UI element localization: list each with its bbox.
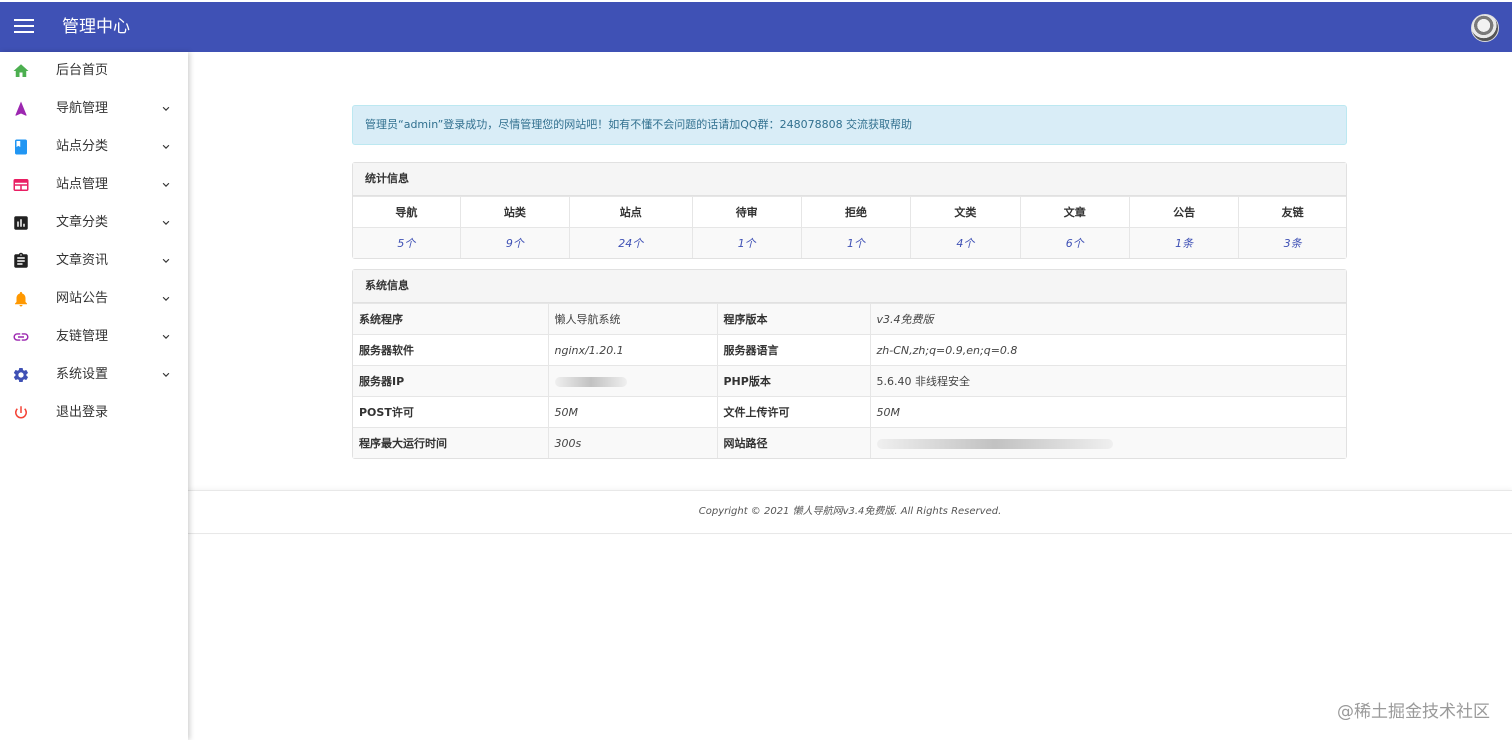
stats-value: 1个 [691,227,802,258]
stats-header: 文类 [910,196,1021,228]
stats-header: 待审 [691,196,802,228]
hamburger-menu-icon[interactable] [14,19,34,35]
bell-icon [15,291,27,307]
stats-panel-title: 统计信息 [353,163,1346,196]
sidebar-item-label: 文章资讯 [56,253,109,268]
info-value: zh-CN,zh;q=0.9,en;q=0.8 [869,334,1346,366]
table-row: 服务器IP PHP版本 5.6.40 非线程安全 [353,365,1346,397]
sidebar-item-label: 文章分类 [56,215,109,230]
system-info-title: 系统信息 [353,270,1346,303]
main-content: 管理员“admin”登录成功，尽情管理您的网站吧！如有不懂不会问题的话请加QQ群… [188,52,1512,740]
page-footer: Copyright © 2021 懒人导航网v3.4免费版. All Right… [188,490,1512,534]
chevron-down-icon[interactable] [159,102,173,116]
welcome-alert: 管理员“admin”登录成功，尽情管理您的网站吧！如有不懂不会问题的话请加QQ群… [352,105,1347,145]
info-value-redacted [547,365,718,397]
info-value-redacted [869,427,1346,458]
sidebar-item-article-news[interactable]: 文章资讯 [0,242,188,280]
info-value: 5.6.40 非线程安全 [869,365,1346,397]
watermark: @稀土掘金技术社区 [1337,702,1490,722]
stats-header: 站点 [569,196,693,228]
sidebar-item-site-category[interactable]: 站点分类 [0,128,188,166]
chart-icon [14,216,28,230]
sidebar-item-dashboard[interactable]: 后台首页 [0,52,188,90]
stats-value: 6个 [1019,227,1130,258]
info-key: 网站路径 [716,427,871,458]
chevron-down-icon[interactable] [159,292,173,306]
clipboard-icon [14,252,28,268]
top-app-bar: 管理中心 [0,2,1512,52]
stats-table: 导航 站类 站点 待审 拒绝 文类 文章 公告 友链 5个 9个 24个 1个 … [353,196,1346,258]
info-key: PHP版本 [716,365,871,397]
info-key: 系统程序 [353,303,549,335]
info-value: 懒人导航系统 [547,303,718,335]
info-value: nginx/1.20.1 [547,334,718,366]
sidebar-item-label: 网站公告 [56,291,109,306]
user-avatar[interactable] [1471,14,1499,42]
chevron-down-icon[interactable] [159,368,173,382]
stats-header: 文章 [1019,196,1130,228]
app-title: 管理中心 [62,17,130,37]
navigation-icon [15,101,27,116]
sidebar-item-system-settings[interactable]: 系统设置 [0,356,188,394]
home-icon [13,64,29,77]
system-info-table: 系统程序 懒人导航系统 程序版本 v3.4免费版 服务器软件 nginx/1.2… [353,303,1346,458]
gear-icon [13,367,28,383]
link-icon [13,333,29,341]
info-value: 50M [869,396,1346,428]
sidebar-item-label: 系统设置 [56,367,109,382]
info-value: 300s [547,427,718,458]
stats-value: 4个 [910,227,1021,258]
table-row: 程序最大运行时间 300s 网站路径 [353,427,1346,458]
sidebar-item-label: 友链管理 [56,329,109,344]
sidebar-item-article-category[interactable]: 文章分类 [0,204,188,242]
table-row: 系统程序 懒人导航系统 程序版本 v3.4免费版 [353,303,1346,335]
book-icon [15,139,27,155]
sidebar-item-label: 站点管理 [56,177,109,192]
sidebar-item-logout[interactable]: 退出登录 [0,394,188,432]
chevron-down-icon[interactable] [159,330,173,344]
chevron-down-icon[interactable] [159,140,173,154]
sidebar-item-label: 退出登录 [56,405,109,420]
power-icon [15,406,27,419]
stats-value: 3条 [1238,227,1346,258]
web-icon [13,179,29,191]
sidebar-item-friend-links[interactable]: 友链管理 [0,318,188,356]
stats-header: 友链 [1238,196,1346,228]
chevron-down-icon[interactable] [159,254,173,268]
sidebar: 后台首页 导航管理 站点分类 站点管理 文章分类 文章资讯 网站公告 友链管理 … [0,52,188,740]
stats-value: 1个 [800,227,912,258]
info-key: 服务器IP [353,365,549,397]
table-row: POST许可 50M 文件上传许可 50M [353,396,1346,428]
info-value: v3.4免费版 [869,303,1346,335]
system-info-panel: 系统信息 系统程序 懒人导航系统 程序版本 v3.4免费版 服务器软件 ngin… [352,269,1347,459]
sidebar-item-navigation[interactable]: 导航管理 [0,90,188,128]
sidebar-item-announcements[interactable]: 网站公告 [0,280,188,318]
stats-value: 5个 [353,227,461,258]
stats-header: 站类 [459,196,571,228]
info-key: 服务器语言 [716,334,871,366]
stats-header: 导航 [353,196,461,228]
info-key: 程序最大运行时间 [353,427,549,458]
sidebar-item-label: 后台首页 [56,63,109,78]
chevron-down-icon[interactable] [159,178,173,192]
info-key: 服务器软件 [353,334,549,366]
sidebar-item-label: 站点分类 [56,139,109,154]
sidebar-item-site-management[interactable]: 站点管理 [0,166,188,204]
info-value: 50M [547,396,718,428]
stats-value: 24个 [569,227,693,258]
info-key: 文件上传许可 [716,396,871,428]
info-key: POST许可 [353,396,549,428]
table-row: 服务器软件 nginx/1.20.1 服务器语言 zh-CN,zh;q=0.9,… [353,334,1346,366]
stats-header: 拒绝 [800,196,912,228]
chevron-down-icon[interactable] [159,216,173,230]
sidebar-item-label: 导航管理 [56,101,109,116]
stats-panel: 统计信息 导航 站类 站点 待审 拒绝 文类 文章 公告 友链 5个 9个 24… [352,162,1347,259]
info-key: 程序版本 [716,303,871,335]
stats-value: 1条 [1128,227,1240,258]
stats-value: 9个 [459,227,571,258]
stats-header: 公告 [1128,196,1240,228]
